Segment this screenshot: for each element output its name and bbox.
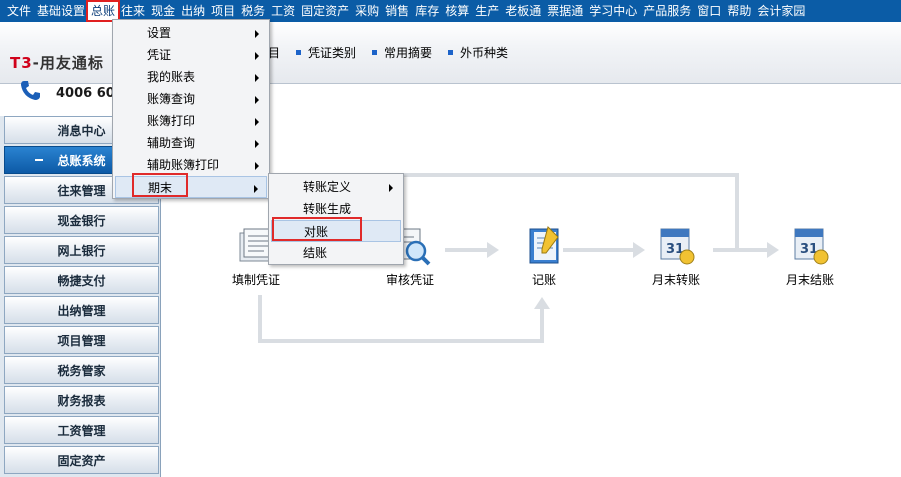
sidebar-item-tax[interactable]: 税务管家 [4, 356, 159, 384]
flow-node-label: 审核凭证 [385, 273, 434, 287]
menu-item-ledger-print[interactable]: 账簿打印 [115, 110, 267, 132]
workflow-area: 填制凭证 审核凭证 记账 31 月末转账 31 月末结账 [161, 85, 901, 477]
sidebar-item-fixed-assets[interactable]: 固定资产 [4, 446, 159, 474]
calendar-icon: 31 [660, 228, 695, 265]
flow-loop-up [540, 307, 544, 343]
submenu-arrow-icon [254, 185, 258, 193]
submenu-arrow-icon [255, 118, 259, 126]
menu-item-my-reports[interactable]: 我的账表 [115, 66, 267, 88]
menu-file[interactable]: 文件 [4, 2, 34, 20]
highlight-box [132, 173, 188, 197]
flow-node-label: 填制凭证 [231, 273, 280, 287]
submenu-arrow-icon [255, 96, 259, 104]
menu-cashier[interactable]: 出纳 [178, 2, 208, 20]
menu-receivables[interactable]: 往来 [118, 2, 148, 20]
flow-line-3 [713, 248, 769, 252]
submenu-arrow-icon [255, 74, 259, 82]
flow-node-month-end-transfer[interactable]: 31 月末转账 [631, 221, 721, 288]
flow-node-month-end-close[interactable]: 31 月末结账 [765, 221, 855, 288]
bullet-icon [448, 49, 454, 55]
menu-general-ledger[interactable]: 总账 [86, 0, 121, 22]
menu-item-transfer-definition[interactable]: 转账定义 [271, 176, 401, 198]
flow-node-label: 月末结账 [785, 273, 834, 287]
submenu-arrow-icon [389, 184, 393, 192]
menu-accounting[interactable]: 核算 [442, 2, 472, 20]
menu-item-settings[interactable]: 设置 [115, 22, 267, 44]
flow-loop-right [735, 173, 739, 249]
submenu-arrow-icon [255, 30, 259, 38]
menu-item-aux-query[interactable]: 辅助查询 [115, 132, 267, 154]
arrow-up-icon [534, 297, 550, 309]
notebook-icon [529, 226, 559, 264]
flow-loop-top [399, 173, 739, 177]
sidebar-item-project[interactable]: 项目管理 [4, 326, 159, 354]
menu-fixed-assets[interactable]: 固定资产 [298, 2, 352, 20]
menu-tax[interactable]: 税务 [238, 2, 268, 20]
menu-payroll[interactable]: 工资 [268, 2, 298, 20]
sidebar-item-payroll[interactable]: 工资管理 [4, 416, 159, 444]
flow-loop-left [258, 295, 262, 343]
menu-inventory[interactable]: 库存 [412, 2, 442, 20]
phone-icon [21, 81, 40, 100]
menu-bills[interactable]: 票据通 [544, 2, 586, 20]
menu-cash[interactable]: 现金 [148, 2, 178, 20]
menu-boss[interactable]: 老板通 [502, 2, 544, 20]
bullet-icon [296, 49, 302, 55]
menu-item-ledger-query[interactable]: 账簿查询 [115, 88, 267, 110]
arrow-right-icon [487, 242, 499, 258]
menu-item-close-accounts[interactable]: 结账 [271, 242, 401, 264]
sidebar-item-online-bank[interactable]: 网上银行 [4, 236, 159, 264]
highlight-box [272, 217, 362, 241]
menu-help[interactable]: 帮助 [724, 2, 754, 20]
submenu-arrow-icon [255, 52, 259, 60]
sidebar-item-quick-pay[interactable]: 畅捷支付 [4, 266, 159, 294]
flow-node-label: 记账 [531, 273, 556, 287]
general-ledger-menu: 设置 凭证 我的账表 账簿查询 账簿打印 辅助查询 辅助账簿打印 期末 [112, 19, 270, 199]
submenu-arrow-icon [255, 140, 259, 148]
flow-node-label: 月末转账 [651, 273, 700, 287]
menu-window[interactable]: 窗口 [694, 2, 724, 20]
sidebar-item-financial-reports[interactable]: 财务报表 [4, 386, 159, 414]
menu-production[interactable]: 生产 [472, 2, 502, 20]
menu-accountant-home[interactable]: 会计家园 [754, 2, 808, 20]
flow-loop-bottom [258, 339, 544, 343]
menu-sales[interactable]: 销售 [382, 2, 412, 20]
toolbar-item-currency[interactable]: 外币种类 [448, 44, 508, 61]
menu-purchasing[interactable]: 采购 [352, 2, 382, 20]
flow-node-post[interactable]: 记账 [499, 223, 589, 288]
menu-learning[interactable]: 学习中心 [586, 2, 640, 20]
menu-basic-settings[interactable]: 基础设置 [34, 2, 88, 20]
sidebar-item-cash-bank[interactable]: 现金银行 [4, 206, 159, 234]
menu-services[interactable]: 产品服务 [640, 2, 694, 20]
toolbar-item-common-summary[interactable]: 常用摘要 [372, 44, 432, 61]
submenu-arrow-icon [255, 162, 259, 170]
calendar-icon: 31 [794, 228, 829, 265]
menu-item-voucher[interactable]: 凭证 [115, 44, 267, 66]
sidebar-item-cashier[interactable]: 出纳管理 [4, 296, 159, 324]
collapse-icon [35, 159, 43, 161]
bullet-icon [372, 49, 378, 55]
app-logo: T3-用友通标 [10, 54, 104, 72]
toolbar-item-voucher-type[interactable]: 凭证类别 [296, 44, 356, 61]
menu-project[interactable]: 项目 [208, 2, 238, 20]
toolbar-row: 目 凭证类别 常用摘要 外币种类 [268, 42, 524, 62]
